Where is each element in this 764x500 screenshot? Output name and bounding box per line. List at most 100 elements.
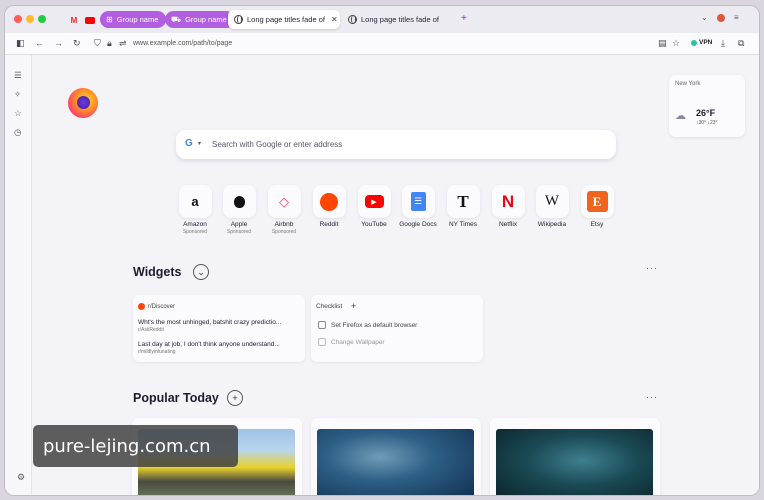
shortcut-label: Netflix [498,221,518,228]
tab-title: Long page titles fade of [361,15,439,24]
sidebar-bookmarks-icon[interactable]: ☆ [14,108,22,119]
chevron-down-icon[interactable]: ▾ [198,140,201,147]
shortcut-label: Airbnb [274,221,294,228]
shortcut-reddit[interactable]: Reddit [304,185,354,229]
shield-icon[interactable]: ⛉ [94,37,101,49]
grid-icon: ⊞ [106,15,113,24]
url-bar[interactable]: www.example.com/path/to/page [133,40,232,47]
post-subreddit[interactable]: r/mildlyinfuriating [138,349,176,355]
shortcut-label: Amazon [183,221,207,228]
shortcut-wikipedia[interactable]: W Wikipedia [527,185,577,229]
chevron-down-icon[interactable]: ⌄ [701,13,708,22]
checkbox[interactable] [318,321,326,329]
tab-title: Long page titles fade of [247,15,325,24]
search-input[interactable]: Search with Google or enter address [212,140,342,149]
shortcut-label: Wikipedia [537,221,567,228]
checkbox[interactable] [318,338,326,346]
watermark: pure-lejing.com.cn [33,425,238,467]
tab-strip: M ⊞ Group name ⛟ Group name Long page ti… [5,6,759,33]
shortcut-label: NY Times [448,221,478,228]
checklist-header: Checklist [316,303,343,310]
nytimes-icon: T [446,185,480,218]
gmail-pinned-tab[interactable]: M [67,13,81,27]
checklist-item[interactable]: Change Wallpaper [318,338,385,346]
vpn-status-icon [691,39,697,46]
weather-city: New York [675,81,701,87]
widgets-more-icon[interactable]: ··· [646,263,658,273]
youtube-icon: ▶ [357,185,391,218]
tab-group-1-label: Group name [116,15,159,24]
shortcut-google-docs[interactable]: ☰ Google Docs [393,185,443,229]
shortcut-label: Google Docs [399,221,437,228]
reload-button[interactable]: ↻ [73,37,81,49]
shortcut-label: YouTube [361,221,387,228]
shortcut-apple[interactable]: Apple Sponsored [214,185,264,235]
forward-button[interactable]: → [54,37,63,49]
sidebar: ☰ ✧ ☆ ◷ [5,55,32,495]
settings-gear-icon[interactable]: ⚙ [17,472,25,483]
globe-icon [234,15,243,24]
popular-today-heading: Popular Today [133,391,219,405]
story-card[interactable] [311,418,481,495]
back-button[interactable]: ← [35,37,44,49]
new-tab-button[interactable]: + [461,14,467,24]
shortcut-label: Reddit [319,221,339,228]
menu-icon[interactable]: ≡ [734,13,739,22]
tab-group-2-label: Group name [185,15,227,24]
download-icon[interactable]: ⤓ [721,37,725,49]
youtube-pinned-tab[interactable] [83,13,97,27]
maximize-window-button[interactable] [38,15,46,23]
permissions-icon[interactable]: ⇌ [119,37,127,49]
tab-active[interactable]: Long page titles fade of ✕ [228,10,340,29]
extensions-icon[interactable]: ⧉ [738,37,744,49]
reader-view-icon[interactable]: ▤ [658,37,667,49]
checklist-item-label: Change Wallpaper [331,338,385,346]
shortcut-netflix[interactable]: N Netflix [483,185,533,229]
browser-window: M ⊞ Group name ⛟ Group name Long page ti… [5,6,759,495]
sponsored-label: Sponsored [271,229,297,235]
shortcut-nytimes[interactable]: T NY Times [438,185,488,229]
post-title[interactable]: Last day at job, I don't think anyone un… [138,341,280,348]
vpn-button[interactable]: VPN [691,39,712,46]
story-card[interactable] [490,418,660,495]
shortcut-airbnb[interactable]: ◇ Airbnb Sponsored [259,185,309,235]
sidebar-toggle-icon[interactable]: ◧ [16,37,25,49]
sidebar-tabs-icon[interactable]: ☰ [14,70,22,81]
lock-icon[interactable]: 🔒︎ [107,37,112,49]
add-checklist-item-icon[interactable]: + [351,301,356,311]
post-subreddit[interactable]: r/AskReddit [138,327,164,333]
weather-range: ↑30° ↓23° [696,120,718,126]
shortcut-etsy[interactable]: E Etsy [572,185,622,229]
weather-widget[interactable]: New York ☁ 26°F ↑30° ↓23° [669,75,745,137]
search-box[interactable]: G ▾ Search with Google or enter address [176,130,616,159]
etsy-icon: E [580,185,614,218]
widgets-collapse-button[interactable]: ⌄ [193,264,209,280]
weather-temp: 26°F [696,108,716,118]
reddit-icon [138,303,145,310]
car-icon: ⛟ [171,14,182,24]
nav-bar: ◧ ← → ↻ ⛉ 🔒︎ ⇌ www.example.com/path/to/p… [5,33,759,55]
popular-more-icon[interactable]: ··· [646,392,658,402]
close-tab-icon[interactable]: ✕ [331,15,338,24]
sidebar-history-icon[interactable]: ◷ [14,127,21,138]
tab-group-1[interactable]: ⊞ Group name [100,11,167,28]
sidebar-ai-icon[interactable]: ✧ [14,89,21,100]
shortcut-amazon[interactable]: a Amazon Sponsored [170,185,220,235]
shortcut-youtube[interactable]: ▶ YouTube [349,185,399,229]
minimize-window-button[interactable] [26,15,34,23]
post-title[interactable]: Wht's the most unhinged, batshit crazy p… [138,319,281,326]
wikipedia-icon: W [535,185,569,218]
widgets-heading: Widgets [133,265,182,279]
google-docs-icon: ☰ [401,185,435,218]
shortcut-label: Etsy [590,221,604,228]
checklist-widget: Checklist + Set Firefox as default brows… [311,295,483,362]
close-window-button[interactable] [14,15,22,23]
account-avatar-icon[interactable] [717,14,725,22]
checklist-item[interactable]: Set Firefox as default browser [318,321,417,329]
tab-inactive[interactable]: Long page titles fade of [342,10,446,29]
popular-add-button[interactable]: + [227,390,243,406]
globe-icon [348,15,357,24]
bookmark-star-icon[interactable]: ☆ [672,37,680,49]
shortcut-label: Apple [230,221,248,228]
tab-group-2[interactable]: ⛟ Group name [165,11,235,28]
